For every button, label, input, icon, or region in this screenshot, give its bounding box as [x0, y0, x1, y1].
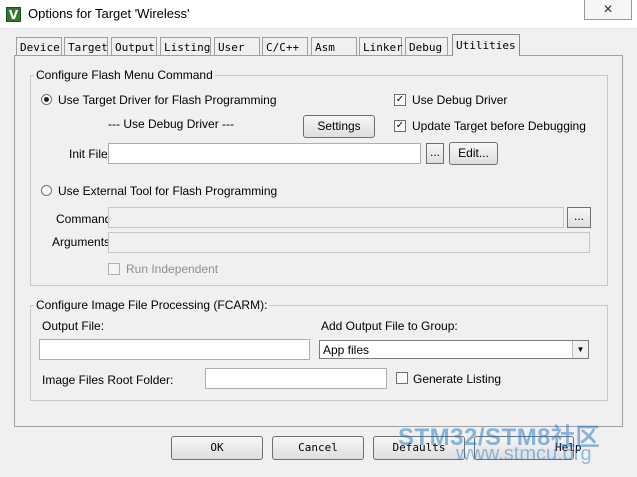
target-driver-radio[interactable] — [41, 94, 52, 105]
root-folder-label: Image Files Root Folder: — [42, 373, 174, 387]
tab-target[interactable]: Target — [64, 37, 108, 55]
generate-listing-checkbox[interactable] — [396, 372, 408, 384]
update-target-label: Update Target before Debugging — [412, 119, 586, 133]
tab-user[interactable]: User — [214, 37, 260, 55]
external-tool-radio[interactable] — [41, 185, 52, 196]
root-folder-input[interactable] — [205, 368, 387, 389]
tab-listing[interactable]: Listing — [160, 37, 211, 55]
arguments-input[interactable] — [108, 232, 590, 253]
image-processing-legend: Configure Image File Processing (FCARM): — [34, 298, 270, 312]
external-tool-label: Use External Tool for Flash Programming — [58, 184, 278, 198]
use-debug-driver-label: Use Debug Driver — [412, 93, 508, 107]
title-bar: V Options for Target 'Wireless' ✕ — [0, 0, 637, 29]
flash-menu-legend: Configure Flash Menu Command — [34, 68, 215, 82]
flash-driver-value[interactable]: --- Use Debug Driver --- — [108, 117, 234, 131]
tab-device[interactable]: Device — [16, 37, 62, 55]
command-label: Command: — [56, 212, 115, 226]
chevron-down-icon[interactable]: ▼ — [572, 341, 588, 358]
group-select[interactable]: App files ▼ — [319, 340, 589, 359]
arguments-label: Arguments: — [52, 235, 114, 249]
cancel-button[interactable]: Cancel — [272, 436, 364, 460]
defaults-button[interactable]: Defaults — [373, 436, 465, 460]
output-file-label: Output File: — [42, 319, 105, 333]
tab-utilities[interactable]: Utilities — [452, 34, 520, 56]
help-button[interactable]: Help — [474, 436, 582, 460]
edit-button[interactable]: Edit... — [449, 142, 498, 165]
tab-asm[interactable]: Asm — [311, 37, 357, 55]
run-independent-label: Run Independent — [126, 262, 219, 276]
init-file-input[interactable] — [108, 143, 421, 164]
tab-linker[interactable]: Linker — [359, 37, 403, 55]
run-independent-checkbox[interactable] — [108, 263, 120, 275]
target-driver-label: Use Target Driver for Flash Programming — [58, 93, 277, 107]
command-browse-button[interactable]: ... — [567, 207, 591, 228]
init-file-label: Init File: — [69, 147, 112, 161]
tab-output[interactable]: Output — [111, 37, 157, 55]
output-file-input[interactable] — [39, 339, 310, 360]
close-button[interactable]: ✕ — [584, 0, 632, 20]
generate-listing-label: Generate Listing — [413, 372, 502, 386]
update-target-checkbox[interactable]: ✓ — [394, 120, 406, 132]
tab-c-cpp[interactable]: C/C++ — [262, 37, 308, 55]
settings-button[interactable]: Settings — [303, 115, 375, 138]
init-file-browse-button[interactable]: ... — [426, 143, 444, 164]
command-input[interactable] — [108, 207, 564, 228]
ok-button[interactable]: OK — [171, 436, 263, 460]
tab-debug[interactable]: Debug — [405, 37, 448, 55]
window-title: Options for Target 'Wireless' — [28, 6, 190, 21]
add-output-label: Add Output File to Group: — [321, 319, 458, 333]
keil-app-icon: V — [6, 7, 21, 22]
group-select-value: App files — [323, 343, 370, 357]
use-debug-driver-checkbox[interactable]: ✓ — [394, 94, 406, 106]
